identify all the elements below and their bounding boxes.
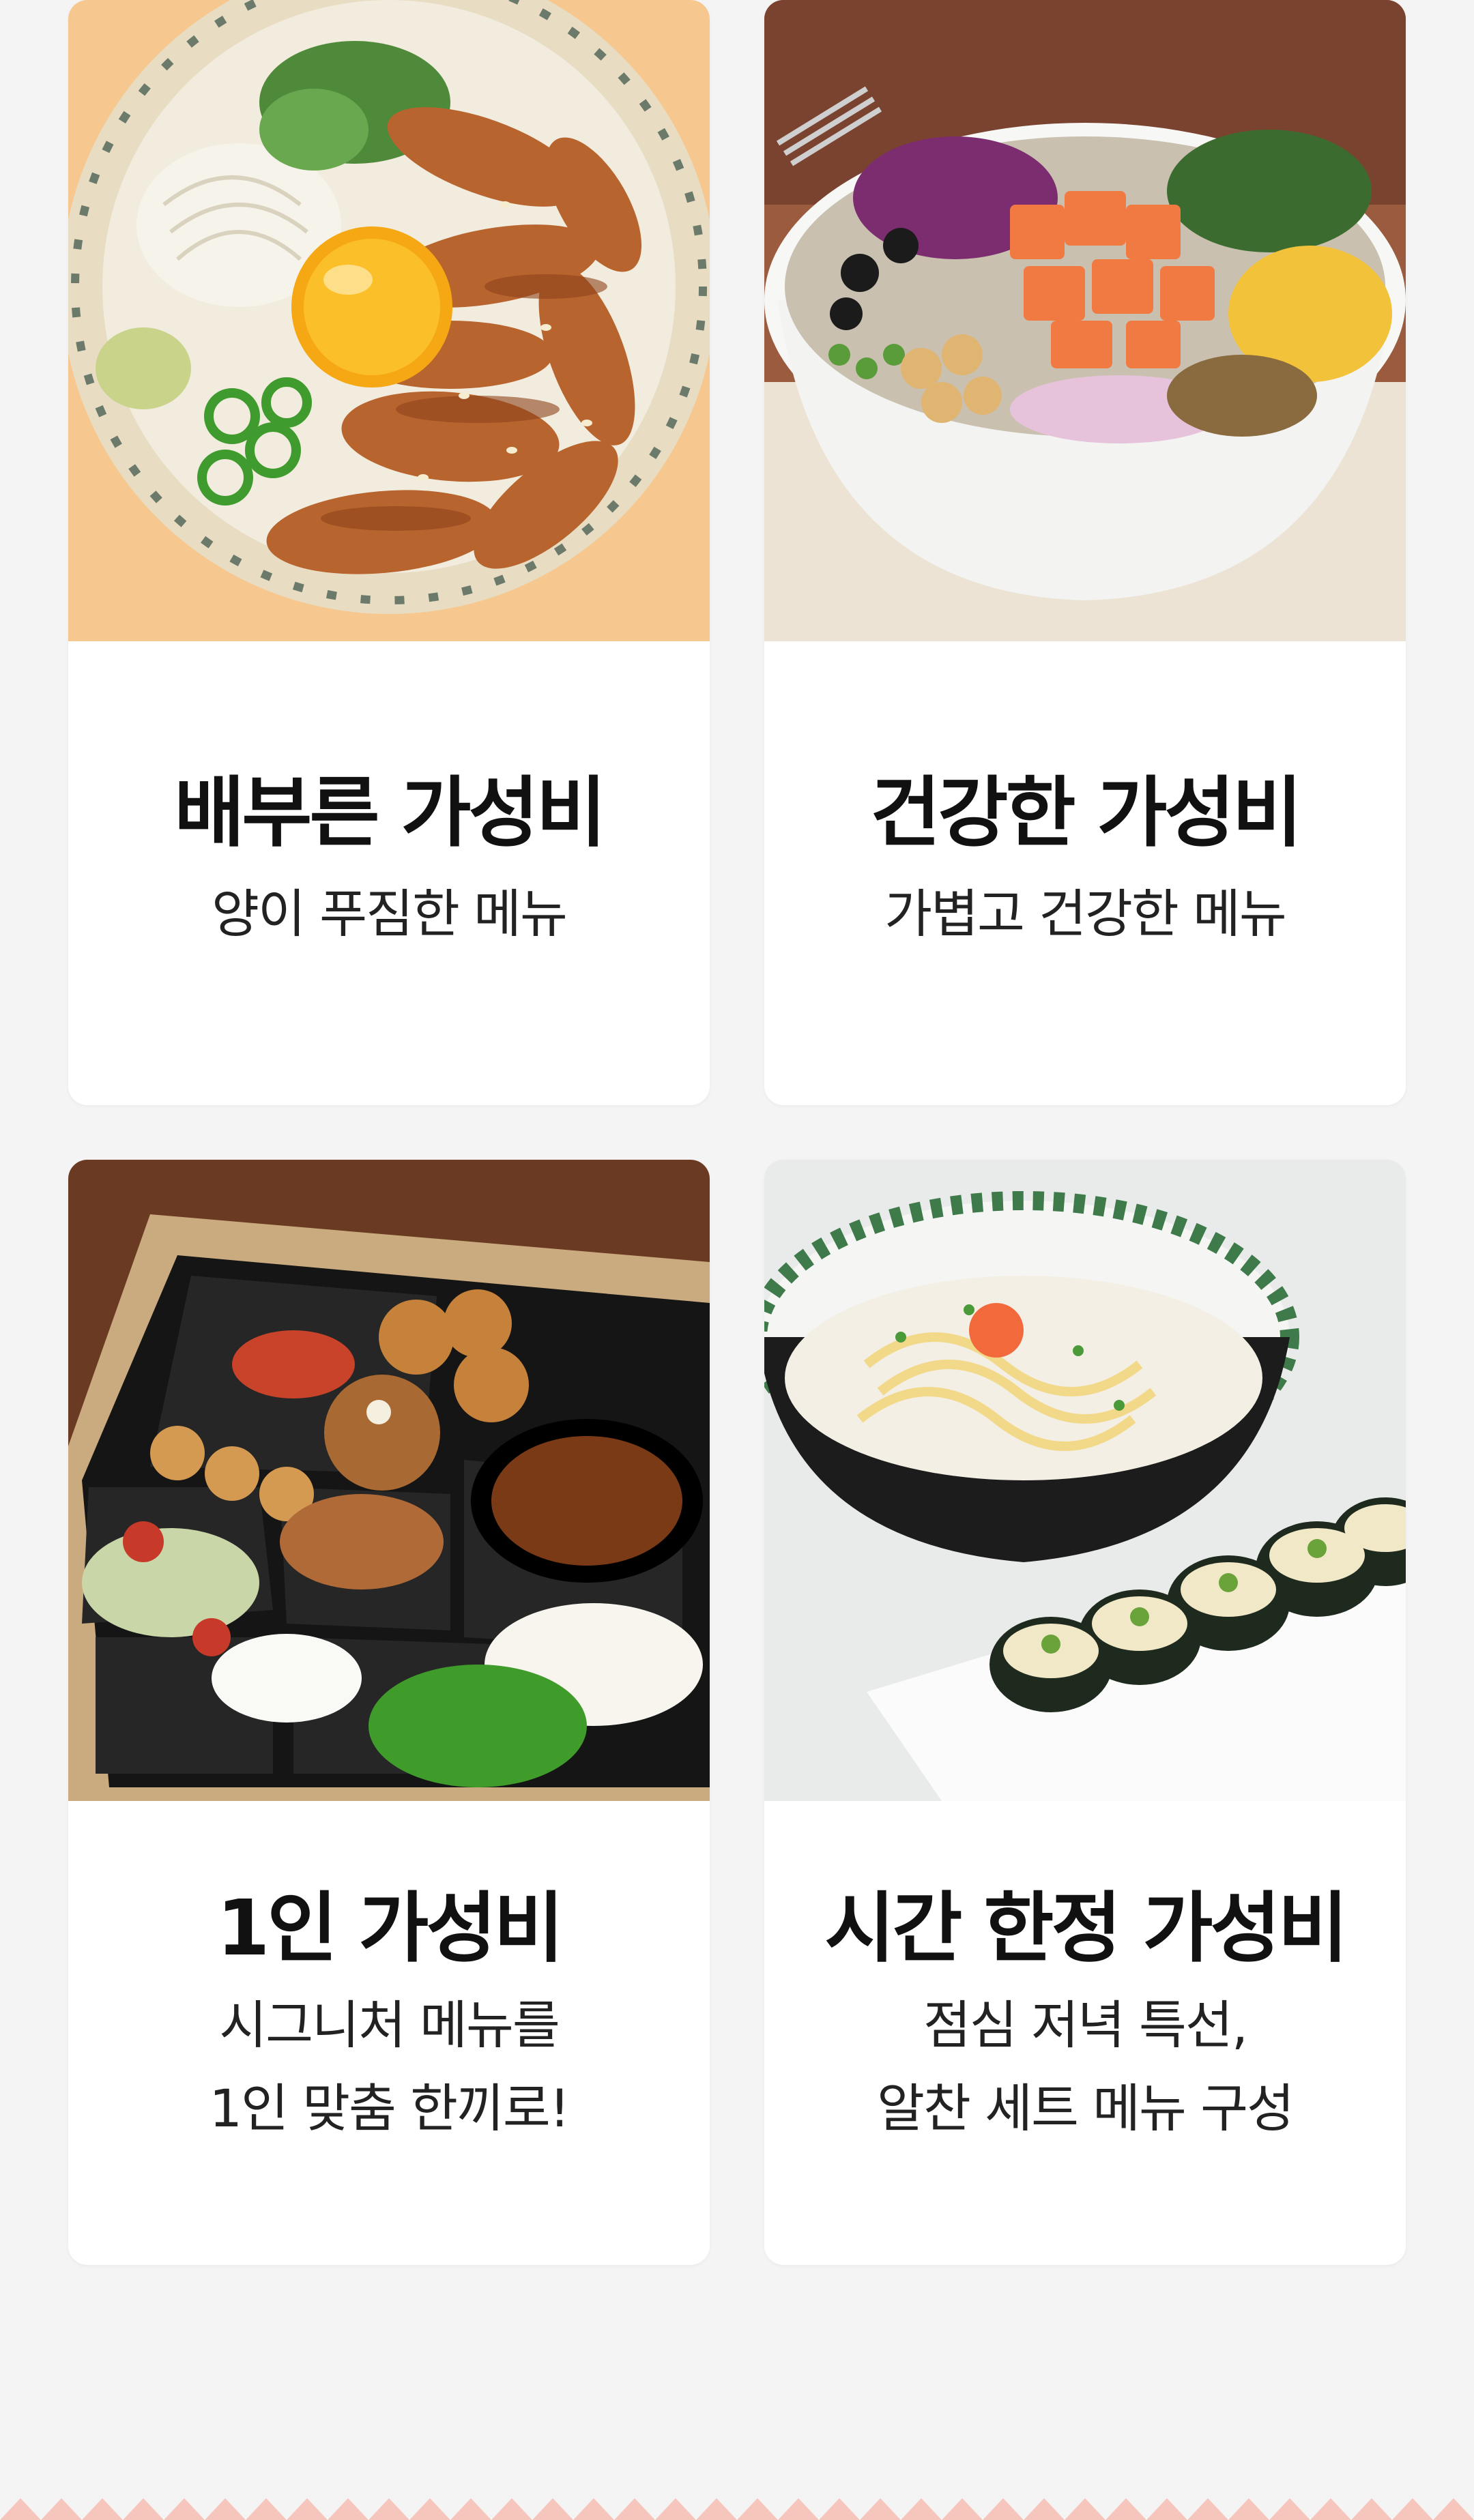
card-body: 건강한 가성비 가볍고 건강한 메뉴 [764,767,1406,956]
card-body: 시간 한정 가성비 점심 저녁 특선, 알찬 세트 메뉴 구성 [764,1883,1406,2150]
card-body: 1인 가성비 시그니처 메뉴를 1인 맞춤 한끼로! [68,1883,710,2150]
card-title: 시간 한정 가성비 [824,1884,1348,1973]
card-healthy-value[interactable]: 건강한 가성비 가볍고 건강한 메뉴 [764,0,1406,1105]
card-image-pork-bowl [68,0,710,641]
card-filling-value[interactable]: 배부른 가성비 양이 푸짐한 메뉴 [68,0,710,1105]
card-image-poke-bowl [764,0,1406,641]
card-description-line-2: 알찬 세트 메뉴 구성 [877,2077,1295,2139]
card-title: 배부른 가성비 [174,769,606,858]
card-body: 배부른 가성비 양이 푸짐한 메뉴 [68,767,710,956]
card-limited-time-value[interactable]: 시간 한정 가성비 점심 저녁 특선, 알찬 세트 메뉴 구성 [764,1160,1406,2265]
bottom-zigzag-divider [0,2493,1474,2520]
card-image-lunchbox [68,1160,710,1801]
card-title: 1인 가성비 [216,1884,564,1973]
card-image-udon-kimbap [764,1160,1406,1801]
card-description: 가볍고 건강한 메뉴 [884,883,1287,945]
card-description-line-1: 시그니처 메뉴를 [219,1995,560,2056]
card-description: 양이 푸짐한 메뉴 [212,883,568,945]
card-single-serving-value[interactable]: 1인 가성비 시그니처 메뉴를 1인 맞춤 한끼로! [68,1160,710,2265]
card-description-line-1: 점심 저녁 특선, [923,1995,1248,2056]
card-description-line-2: 1인 맞춤 한끼로! [209,2077,570,2139]
card-title: 건강한 가성비 [870,769,1302,858]
page: 배부른 가성비 양이 푸짐한 메뉴 건강한 가성비 가볍고 건강한 메뉴 1인 … [0,0,1474,2520]
